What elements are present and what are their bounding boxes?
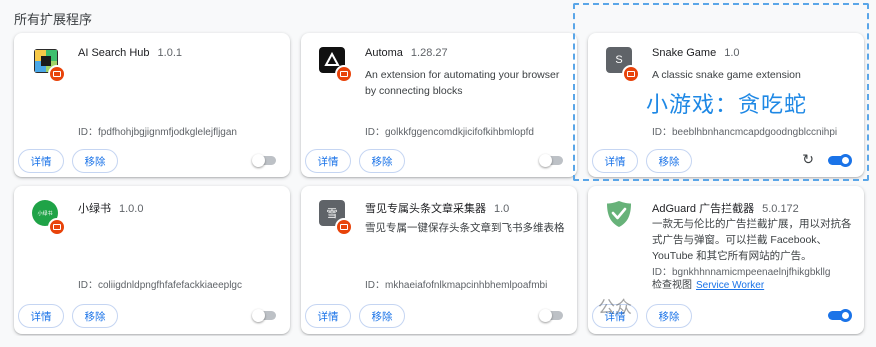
highlight-dashed-box (573, 3, 869, 181)
remove-button[interactable]: 移除 (359, 149, 405, 173)
extension-card-automa: Automa 1.28.27 An extension for automatin… (301, 33, 577, 177)
extension-description: 一款无与伦比的广告拦截扩展，用以对抗各式广告与弹窗。可以拦截 Facebook、… (652, 218, 852, 262)
developer-mode-badge-icon (335, 218, 353, 236)
extension-card-xiaolvshu: 小绿书 小绿书 1.0.0 ID：coliigdnldpngfhfafefackk… (14, 186, 290, 334)
extension-card-xuejian: 雪 雪见专属头条文章采集器 1.0 雪见专属一键保存头条文章到飞书多维表格 ID：… (301, 186, 577, 334)
remove-button[interactable]: 移除 (646, 304, 692, 328)
adguard-shield-icon (606, 200, 640, 234)
extension-id: ID：fpdfhohjbgjignmfjodkglelejfljgan (78, 127, 237, 138)
details-button[interactable]: 详情 (18, 149, 64, 173)
extension-id: ID：coliigdnldpngfhfafefackkiaeeplgc (78, 280, 242, 291)
remove-button[interactable]: 移除 (359, 304, 405, 328)
extension-description: 雪见专属一键保存头条文章到飞书多维表格 (365, 222, 565, 234)
enable-toggle[interactable] (252, 153, 276, 167)
enable-toggle[interactable] (539, 153, 563, 167)
developer-mode-badge-icon (335, 65, 353, 83)
extension-name: AI Search Hub (78, 47, 150, 59)
extension-name: 雪见专属头条文章采集器 (365, 203, 486, 215)
extension-version: 1.28.27 (410, 47, 448, 59)
extension-version: 1.0.0 (119, 203, 144, 215)
extension-id: ID：mkhaeiafofnlkmapcinhbhemlpoafmbi (365, 280, 548, 291)
developer-mode-badge-icon (48, 218, 66, 236)
watermark-text: 公众 (598, 298, 632, 317)
remove-button[interactable]: 移除 (72, 149, 118, 173)
extension-version: 5.0.172 (762, 203, 799, 215)
xuejian-icon: 雪 (319, 200, 353, 236)
enable-toggle[interactable] (828, 308, 852, 322)
service-worker-link[interactable]: Service Worker (696, 280, 764, 291)
extension-name: AdGuard 广告拦截器 (652, 203, 755, 215)
extension-version: 1.0.1 (157, 47, 183, 59)
inspect-views: 检查视图 Service Worker (652, 276, 764, 291)
enable-toggle[interactable] (252, 308, 276, 322)
page-bottom-edge (0, 336, 876, 347)
extension-id: ID：golkkfggencomdkjicifofkihbmlopfd (365, 127, 534, 138)
details-button[interactable]: 详情 (305, 304, 351, 328)
xiaolvshu-icon: 小绿书 (32, 200, 66, 236)
extension-name: Automa (365, 47, 403, 59)
extension-version: 1.0 (494, 203, 510, 215)
remove-button[interactable]: 移除 (72, 304, 118, 328)
extension-card-ai-search-hub: AI Search Hub 1.0.1 ID：fpdfhohjbgjignmfjo… (14, 33, 290, 177)
extension-description: An extension for automating your browser… (365, 69, 560, 97)
details-button[interactable]: 详情 (18, 304, 64, 328)
developer-mode-badge-icon (48, 65, 66, 83)
section-title: 所有扩展程序 (14, 12, 93, 27)
details-button[interactable]: 详情 (305, 149, 351, 173)
ai-search-hub-icon (32, 47, 66, 83)
automa-icon (319, 47, 353, 83)
enable-toggle[interactable] (539, 308, 563, 322)
inspect-views-label: 检查视图 (652, 280, 692, 291)
extension-name: 小绿书 (78, 203, 111, 215)
